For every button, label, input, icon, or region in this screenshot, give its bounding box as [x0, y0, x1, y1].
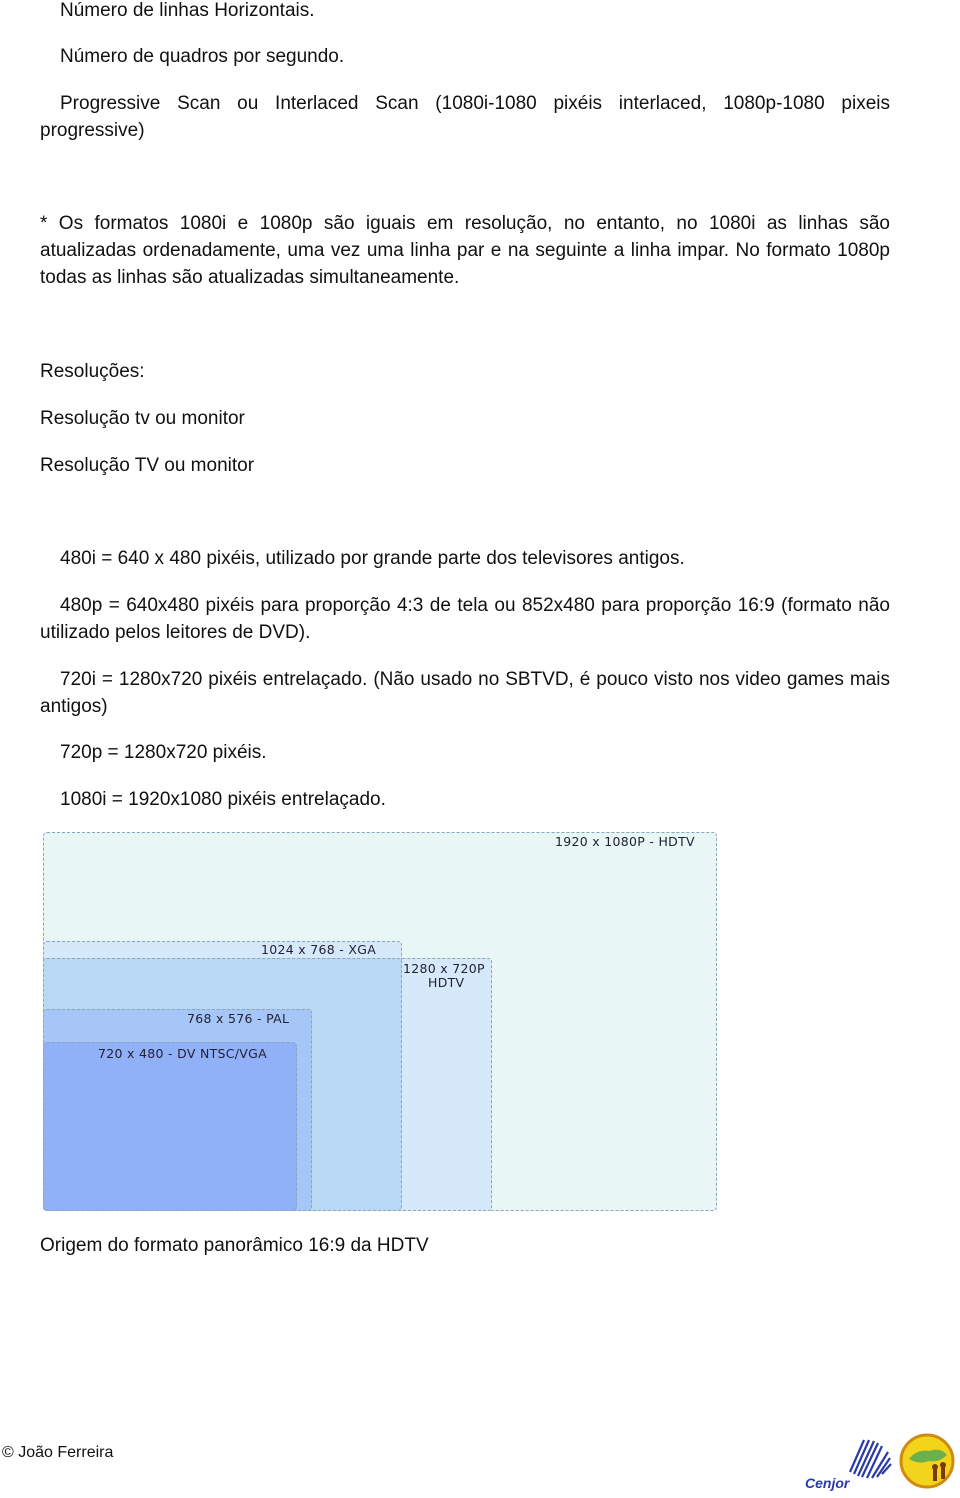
label-ntsc: 720 x 480 - DV NTSC/VGA: [98, 1046, 267, 1061]
paragraph: Número de quadros por segundo.: [60, 46, 345, 67]
paragraph: Progressive Scan ou Interlaced Scan (108…: [40, 93, 890, 141]
box-ntsc: [43, 1042, 297, 1211]
emblem-logo: [899, 1433, 955, 1489]
label-xga: 1024 x 768 - XGA: [261, 942, 377, 957]
svg-text:Cenjor: Cenjor: [805, 1475, 851, 1491]
paragraph: * Os formatos 1080i e 1080p são iguais e…: [40, 213, 890, 288]
cenjor-logo: Cenjor: [804, 1436, 892, 1492]
paragraph: 480p = 640x480 pixéis para proporção 4:3…: [40, 595, 890, 643]
paragraph: 1080i = 1920x1080 pixéis entrelaçado.: [60, 789, 386, 810]
paragraph: Resolução TV ou monitor: [40, 455, 255, 476]
label-pal: 768 x 576 - PAL: [187, 1011, 290, 1026]
label-720p-hdtv: HDTV: [428, 975, 465, 990]
label-1080p: 1920 x 1080P - HDTV: [555, 834, 695, 849]
paragraph: 720i = 1280x720 pixéis entrelaçado. (Não…: [40, 669, 890, 717]
paragraph: 720p = 1280x720 pixéis.: [60, 742, 267, 763]
paragraph: Resolução tv ou monitor: [40, 408, 245, 429]
copyright: © João Ferreira: [2, 1444, 114, 1461]
label-720p: 1280 x 720P: [403, 961, 485, 976]
heading-resolucoes: Resoluções:: [40, 361, 145, 382]
figure-caption: Origem do formato panorâmico 16:9 da HDT…: [40, 1235, 429, 1256]
paragraph: Número de linhas Horizontais.: [60, 0, 315, 21]
paragraph: 480i = 640 x 480 pixéis, utilizado por g…: [60, 548, 685, 569]
